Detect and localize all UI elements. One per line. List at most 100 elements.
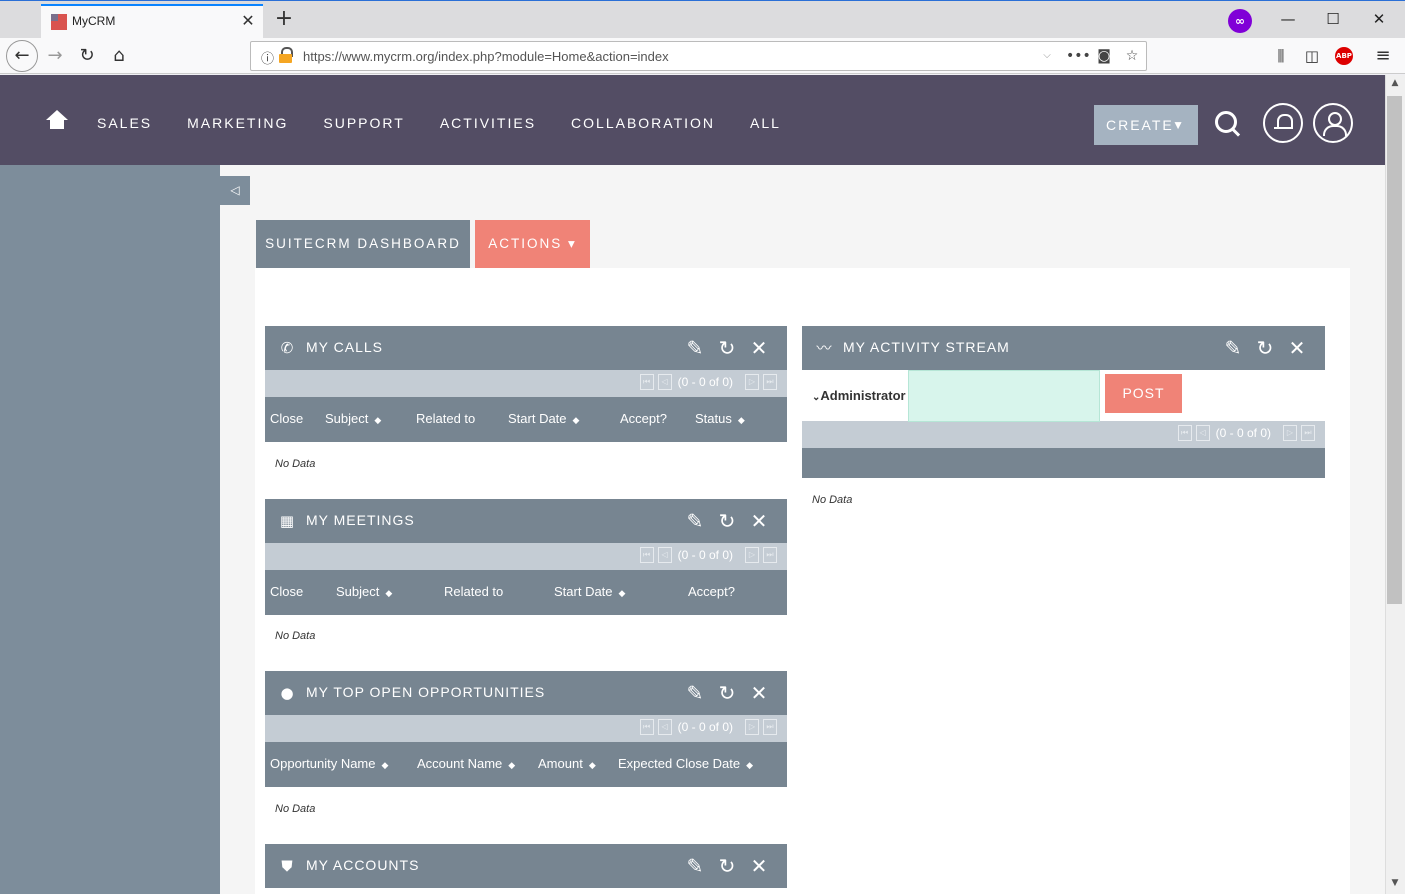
pager: ⏮ ◁ (0 - 0 of 0) ▷ ⏭ bbox=[265, 543, 787, 570]
close-icon[interactable]: ✕ bbox=[743, 854, 775, 878]
next-page-icon[interactable]: ▷ bbox=[745, 374, 759, 390]
first-page-icon[interactable]: ⏮ bbox=[639, 719, 654, 735]
nav-activities[interactable]: ACTIVITIES bbox=[440, 115, 536, 131]
info-icon[interactable]: ⓘ bbox=[261, 48, 274, 67]
sidebar-collapse-button[interactable]: ◁ bbox=[220, 176, 250, 205]
edit-pencil-icon[interactable]: ✎ bbox=[679, 336, 711, 360]
edit-pencil-icon[interactable]: ✎ bbox=[679, 509, 711, 533]
sidebar-toggle-icon[interactable]: ◫ bbox=[1297, 42, 1327, 70]
scroll-up-icon[interactable]: ▲ bbox=[1388, 78, 1402, 88]
menu-icon[interactable]: ≡ bbox=[1368, 42, 1398, 70]
forward-arrow-icon[interactable]: → bbox=[40, 42, 70, 70]
dashlet-title: MY TOP OPEN OPPORTUNITIES bbox=[306, 684, 546, 700]
prev-page-icon[interactable]: ◁ bbox=[657, 374, 672, 390]
close-icon[interactable]: ✕ bbox=[743, 336, 775, 360]
reload-icon[interactable]: ↻ bbox=[72, 42, 102, 70]
sort-icon: ◆ bbox=[588, 760, 596, 770]
library-icon[interactable]: ⫼ bbox=[1266, 42, 1296, 70]
close-icon[interactable]: ✕ bbox=[743, 509, 775, 533]
actions-dropdown-button[interactable]: ACTIONS ▾ bbox=[475, 220, 590, 268]
refresh-icon[interactable]: ↻ bbox=[1249, 336, 1281, 360]
edit-pencil-icon[interactable]: ✎ bbox=[679, 681, 711, 705]
tab-suitecrm-dashboard[interactable]: SUITECRM DASHBOARD bbox=[256, 220, 470, 268]
activity-user-toggle[interactable]: ⌄Administrator bbox=[812, 388, 906, 403]
no-data-text: No Data bbox=[275, 458, 316, 470]
col-subject[interactable]: Subject ◆ bbox=[325, 411, 381, 426]
url-bar[interactable]: ⓘ https://www.mycrm.org/index.php?module… bbox=[250, 41, 1147, 71]
dashlet-my-calls: ✆ MY CALLS ✎ ↻ ✕ ⏮ ◁ (0 - 0 of 0) ▷ ⏭ Cl… bbox=[265, 326, 787, 470]
col-expected-close-date[interactable]: Expected Close Date ◆ bbox=[618, 756, 753, 771]
refresh-icon[interactable]: ↻ bbox=[711, 509, 743, 533]
dashlet-title: MY ACTIVITY STREAM bbox=[843, 339, 1010, 355]
nav-marketing[interactable]: MARKETING bbox=[187, 115, 288, 131]
dashlet-header: ⛊ MY ACCOUNTS ✎ ↻ ✕ bbox=[265, 844, 787, 888]
col-related-to: Related to bbox=[416, 411, 476, 426]
last-page-icon[interactable]: ⏭ bbox=[763, 547, 777, 563]
tab-close-icon[interactable]: ✕ bbox=[239, 12, 257, 30]
next-page-icon[interactable]: ▷ bbox=[1283, 425, 1297, 441]
url-text[interactable]: https://www.mycrm.org/index.php?module=H… bbox=[303, 49, 669, 64]
notifications-bell-icon[interactable] bbox=[1263, 103, 1303, 143]
col-account-name[interactable]: Account Name ◆ bbox=[417, 756, 515, 771]
create-button[interactable]: CREATE ▼ bbox=[1094, 105, 1198, 145]
refresh-icon[interactable]: ↻ bbox=[711, 681, 743, 705]
browser-nav-bar: ← → ↻ ⌂ ⓘ https://www.mycrm.org/index.ph… bbox=[0, 38, 1405, 74]
adblock-icon[interactable]: ABP bbox=[1335, 47, 1353, 65]
home-icon[interactable]: ⌂ bbox=[104, 42, 134, 70]
dashlet-title: MY MEETINGS bbox=[306, 512, 415, 528]
post-button[interactable]: POST bbox=[1105, 374, 1182, 413]
user-profile-icon[interactable] bbox=[1313, 103, 1353, 143]
col-related-to: Related to bbox=[444, 584, 504, 599]
col-subject[interactable]: Subject ◆ bbox=[336, 584, 392, 599]
col-start-date[interactable]: Start Date ◆ bbox=[554, 584, 625, 599]
dashlet-header: ✆ MY CALLS ✎ ↻ ✕ bbox=[265, 326, 787, 370]
scrollbar-thumb[interactable] bbox=[1387, 96, 1402, 604]
col-status[interactable]: Status ◆ bbox=[695, 411, 745, 426]
nav-support[interactable]: SUPPORT bbox=[323, 115, 404, 131]
col-opportunity-name[interactable]: Opportunity Name ◆ bbox=[270, 756, 388, 771]
page-actions-icon[interactable]: ••• bbox=[1066, 46, 1091, 66]
browser-tab-bar: MyCRM ✕ + ∞ — ☐ ✕ bbox=[0, 0, 1405, 39]
col-start-date[interactable]: Start Date ◆ bbox=[508, 411, 579, 426]
close-icon[interactable]: ✕ bbox=[743, 681, 775, 705]
last-page-icon[interactable]: ⏭ bbox=[763, 719, 777, 735]
nav-all[interactable]: ALL bbox=[750, 115, 781, 131]
prev-page-icon[interactable]: ◁ bbox=[657, 547, 672, 563]
next-page-icon[interactable]: ▷ bbox=[745, 719, 759, 735]
first-page-icon[interactable]: ⏮ bbox=[1177, 425, 1192, 441]
dashlet-my-top-open-opportunities: ● MY TOP OPEN OPPORTUNITIES ✎ ↻ ✕ ⏮ ◁ (0… bbox=[265, 671, 787, 815]
pager: ⏮ ◁ (0 - 0 of 0) ▷ ⏭ bbox=[265, 370, 787, 397]
first-page-icon[interactable]: ⏮ bbox=[639, 374, 654, 390]
bookmark-star-icon[interactable]: ☆ bbox=[1122, 46, 1142, 66]
no-data-text: No Data bbox=[275, 803, 316, 815]
url-dropdown-icon[interactable]: ⌵ bbox=[1037, 46, 1057, 66]
column-header-row: Close Subject ◆ Related to Start Date ◆ Ac… bbox=[265, 397, 787, 442]
pocket-icon[interactable]: ◙ bbox=[1094, 46, 1114, 66]
col-amount[interactable]: Amount ◆ bbox=[538, 756, 596, 771]
refresh-icon[interactable]: ↻ bbox=[711, 336, 743, 360]
window-minimize-button[interactable]: — bbox=[1274, 9, 1302, 29]
next-page-icon[interactable]: ▷ bbox=[745, 547, 759, 563]
home-icon[interactable] bbox=[46, 110, 68, 130]
close-icon[interactable]: ✕ bbox=[1281, 336, 1313, 360]
new-tab-button[interactable]: + bbox=[272, 7, 296, 31]
edit-pencil-icon[interactable]: ✎ bbox=[1217, 336, 1249, 360]
prev-page-icon[interactable]: ◁ bbox=[1195, 425, 1210, 441]
nav-collaboration[interactable]: COLLABORATION bbox=[571, 115, 715, 131]
pager-count: (0 - 0 of 0) bbox=[677, 720, 733, 734]
search-icon[interactable] bbox=[1215, 111, 1241, 137]
dashlet-header: ▦ MY MEETINGS ✎ ↻ ✕ bbox=[265, 499, 787, 543]
first-page-icon[interactable]: ⏮ bbox=[639, 547, 654, 563]
scroll-down-icon[interactable]: ▼ bbox=[1388, 878, 1402, 888]
window-close-button[interactable]: ✕ bbox=[1365, 9, 1393, 29]
edit-pencil-icon[interactable]: ✎ bbox=[679, 854, 711, 878]
nav-sales[interactable]: SALES bbox=[97, 115, 152, 131]
last-page-icon[interactable]: ⏭ bbox=[1301, 425, 1315, 441]
last-page-icon[interactable]: ⏭ bbox=[763, 374, 777, 390]
window-maximize-button[interactable]: ☐ bbox=[1319, 9, 1347, 29]
back-arrow-icon[interactable]: ← bbox=[6, 40, 38, 72]
browser-tab-mycrm[interactable]: MyCRM ✕ bbox=[41, 4, 263, 39]
refresh-icon[interactable]: ↻ bbox=[711, 854, 743, 878]
activity-post-input[interactable] bbox=[908, 370, 1100, 422]
prev-page-icon[interactable]: ◁ bbox=[657, 719, 672, 735]
